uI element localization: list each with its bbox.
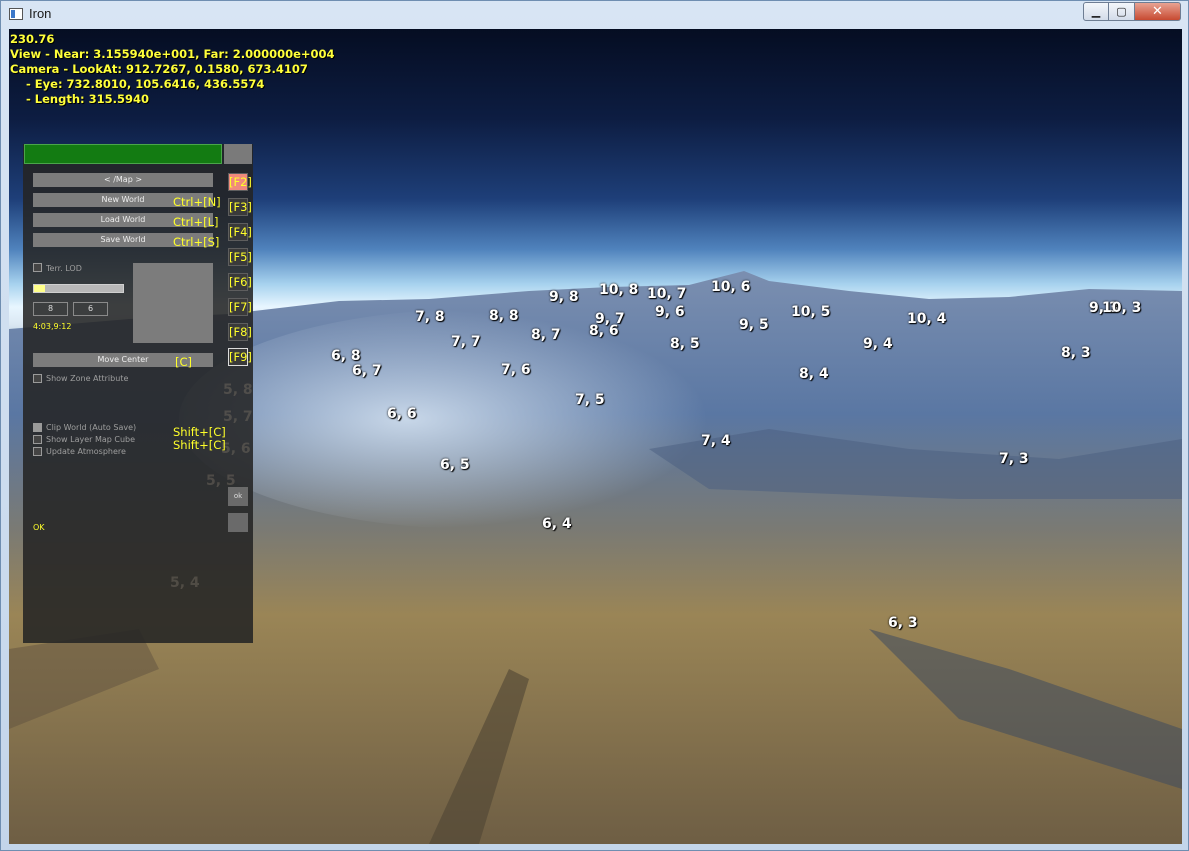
grid-label: 7, 3	[999, 451, 1029, 467]
map-button[interactable]: < /Map >	[33, 173, 213, 187]
view-readout: View - Near: 3.155940e+001, Far: 2.00000…	[10, 47, 335, 61]
show-zone-attribute-checkbox[interactable]	[33, 374, 42, 383]
close-button[interactable]: ✕	[1135, 2, 1181, 21]
grid-label: 5, 4	[170, 575, 200, 591]
grid-label: 7, 7	[451, 334, 481, 350]
3d-viewport[interactable]: 230.76 View - Near: 3.155940e+001, Far: …	[9, 29, 1182, 844]
f2-button[interactable]: [F2]	[228, 173, 252, 191]
grid-label: 9, 5	[739, 317, 769, 333]
save-world-shortcut: Ctrl+[S]	[173, 235, 220, 249]
grid-label: 6, 5	[440, 457, 470, 473]
grid-label: 10, 7	[647, 286, 687, 302]
window-controls: ▁ ▢ ✕	[1083, 2, 1181, 21]
grid-label: 7, 4	[701, 433, 731, 449]
camera-length-readout: - Length: 315.5940	[10, 92, 150, 106]
f6-button[interactable]: [F6]	[228, 273, 252, 291]
grid-label: 8, 3	[1061, 345, 1091, 361]
terr-lod-label: Terr. LOD	[46, 264, 82, 273]
clip-world-label: Clip World (Auto Save)	[46, 423, 137, 432]
status-text: OK	[33, 523, 45, 532]
grid-label: 7, 6	[501, 362, 531, 378]
f9-button[interactable]: [F9]	[228, 348, 252, 366]
panel-toggle-button[interactable]	[224, 144, 252, 164]
update-atmosphere-label: Update Atmosphere	[46, 447, 126, 456]
show-layer-map-cube-checkbox[interactable]	[33, 435, 42, 444]
fps-readout: 230.76	[10, 32, 55, 46]
grid-label: 6, 6	[387, 406, 417, 422]
grid-label: 8, 7	[531, 327, 561, 343]
clip-world-shortcut: Shift+[C]	[173, 425, 226, 439]
move-center-shortcut: [C]	[175, 355, 193, 369]
f7-button[interactable]: [F7]	[228, 298, 252, 316]
show-layer-map-cube-shortcut: Shift+[C]	[173, 438, 226, 452]
lod-slider-fill	[34, 285, 45, 292]
lod-slider[interactable]	[33, 284, 124, 293]
grid-label: 6, 4	[542, 516, 572, 532]
grid-label: 5, 7	[223, 409, 253, 425]
grid-label: 6, 7	[352, 363, 382, 379]
minimize-button[interactable]: ▁	[1083, 2, 1109, 21]
grid-label: 10, 3	[1102, 300, 1142, 316]
f8-button[interactable]: [F8]	[228, 323, 252, 341]
f3-button[interactable]: [F3]	[228, 198, 252, 216]
grid-label: 5, 8	[223, 382, 253, 398]
x-field[interactable]: 8	[33, 302, 68, 316]
grid-label: 10, 4	[907, 311, 947, 327]
new-world-shortcut: Ctrl+[N]	[173, 195, 221, 209]
panel-title-bar[interactable]	[24, 144, 222, 164]
grid-label: 7, 5	[575, 392, 605, 408]
side-blank-button[interactable]	[228, 513, 248, 532]
coord-readout: 4:03,9:12	[33, 322, 72, 331]
terr-lod-checkbox[interactable]	[33, 263, 42, 272]
grid-label: 6, 8	[331, 348, 361, 364]
grid-label: 8, 8	[489, 308, 519, 324]
camera-eye-readout: - Eye: 732.8010, 105.6416, 436.5574	[10, 77, 265, 91]
f4-button[interactable]: [F4]	[228, 223, 252, 241]
update-atmosphere-checkbox[interactable]	[33, 447, 42, 456]
grid-label: 7, 8	[415, 309, 445, 325]
grid-label: 8, 4	[799, 366, 829, 382]
grid-label: 10, 6	[711, 279, 751, 295]
title-bar[interactable]: Iron ▁ ▢ ✕	[1, 1, 1188, 29]
map-preview[interactable]	[133, 263, 213, 343]
clip-world-checkbox[interactable]	[33, 423, 42, 432]
maximize-button[interactable]: ▢	[1109, 2, 1135, 21]
grid-label: 10, 5	[791, 304, 831, 320]
show-layer-map-cube-label: Show Layer Map Cube	[46, 435, 136, 444]
camera-lookat-readout: Camera - LookAt: 912.7267, 0.1580, 673.4…	[10, 62, 308, 76]
grid-label: 6, 3	[888, 615, 918, 631]
grid-label: 8, 5	[670, 336, 700, 352]
grid-label: 9, 8	[549, 289, 579, 305]
window-title: Iron	[29, 6, 52, 21]
load-world-shortcut: Ctrl+[L]	[173, 215, 219, 229]
f5-button[interactable]: [F5]	[228, 248, 252, 266]
app-icon	[9, 8, 23, 20]
grid-label: 8, 6	[589, 323, 619, 339]
app-window: Iron ▁ ▢ ✕ 230.76 View - Near: 3.155940e…	[0, 0, 1189, 851]
grid-label: 10, 8	[599, 282, 639, 298]
side-small-button[interactable]: ok	[228, 487, 248, 506]
show-zone-attribute-label: Show Zone Attribute	[46, 374, 129, 383]
y-field[interactable]: 6	[73, 302, 108, 316]
grid-label: 9, 4	[863, 336, 893, 352]
grid-label: 9, 6	[655, 304, 685, 320]
